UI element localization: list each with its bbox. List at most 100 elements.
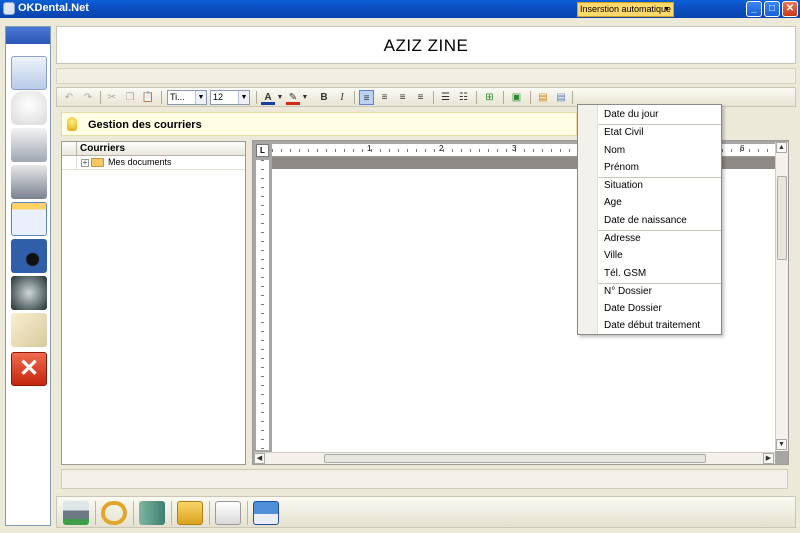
patient-name: AZIZ ZINE	[383, 36, 469, 55]
font-name-value: Ti...	[170, 92, 185, 102]
ruler-mark: 2	[439, 144, 444, 153]
justify-icon[interactable]: ≡	[413, 90, 428, 105]
letters-tree: Courriers + Mes documents	[61, 141, 246, 465]
printer-icon[interactable]	[63, 501, 89, 525]
tooth-icon[interactable]	[11, 91, 47, 125]
vertical-scroll-thumb[interactable]	[777, 176, 787, 260]
chevron-down-icon: ▼	[195, 91, 206, 104]
menu-item[interactable]: Date début traitement	[604, 320, 700, 331]
auto-insert-button[interactable]: Inserstion automatique ▼	[577, 2, 674, 17]
toolbar-separator	[503, 91, 504, 104]
toolbar-separator	[530, 91, 531, 104]
paste-icon[interactable]: 📋	[141, 90, 155, 105]
chevron-down-icon: ▼	[663, 6, 670, 13]
insert-table-icon[interactable]: ⊞	[482, 90, 497, 105]
folder-icon	[91, 158, 104, 167]
scroll-right-icon[interactable]: ▶	[763, 453, 774, 464]
bold-button[interactable]: B	[317, 90, 331, 105]
font-color-icon[interactable]: A	[261, 90, 275, 105]
toolbar-separator	[209, 501, 210, 525]
close-icon[interactable]: ✕	[11, 352, 47, 386]
bottom-toolbar	[56, 496, 796, 528]
menu-separator	[598, 124, 721, 125]
menu-item[interactable]: Situation	[604, 180, 643, 191]
toolbar-separator	[171, 501, 172, 525]
menu-item[interactable]: Age	[604, 197, 622, 208]
close-window-button[interactable]: ✕	[782, 1, 798, 17]
align-right-icon[interactable]: ≡	[395, 90, 410, 105]
menu-item[interactable]: Nom	[604, 145, 625, 156]
menu-item[interactable]: Tél. GSM	[604, 268, 646, 279]
horizontal-scroll-thumb[interactable]	[324, 454, 706, 463]
toolbar-separator	[476, 91, 477, 104]
copy-icon[interactable]: ❐	[123, 90, 137, 105]
toolbar-separator	[133, 501, 134, 525]
menu-item[interactable]: Date Dossier	[604, 303, 662, 314]
exit-icon[interactable]	[139, 501, 165, 525]
ruler-mark: 1	[367, 144, 372, 153]
bullet-list-icon[interactable]: ☷	[456, 90, 471, 105]
cash-register-icon[interactable]	[11, 165, 47, 199]
insert-image-icon[interactable]: ▣	[509, 90, 524, 105]
menu-item[interactable]: Ville	[604, 250, 623, 261]
toolbar-separator	[161, 91, 162, 104]
horizontal-scrollbar[interactable]: ◀ ▶	[254, 452, 775, 464]
window-icon[interactable]	[11, 202, 47, 236]
auto-insert-label: Inserstion automatique	[580, 4, 672, 14]
toolbar-separator	[95, 501, 96, 525]
tree-header-label: Courriers	[80, 143, 126, 154]
header-icon[interactable]: ▤	[536, 90, 550, 105]
align-left-icon[interactable]: ≡	[359, 90, 374, 105]
footer-icon[interactable]: ▤	[554, 90, 568, 105]
refresh-icon[interactable]	[101, 501, 127, 525]
toolbar-separator	[572, 91, 573, 104]
menu-item[interactable]: N° Dossier	[604, 286, 652, 297]
menu-item[interactable]: Adresse	[604, 233, 641, 244]
skull-xray-icon[interactable]	[11, 276, 47, 310]
menu-item[interactable]: Etat Civil	[604, 127, 643, 138]
tree-item[interactable]: + Mes documents	[62, 156, 245, 170]
window-title: OKDental.Net	[18, 2, 89, 14]
expand-icon[interactable]: +	[81, 159, 89, 167]
vertical-ruler[interactable]	[256, 160, 269, 450]
menu-gutter	[578, 105, 598, 334]
scroll-left-icon[interactable]: ◀	[254, 453, 265, 464]
cut-icon[interactable]: ✂	[105, 90, 119, 105]
menu-item[interactable]: Date du jour	[604, 109, 658, 120]
tab-stop-selector[interactable]: L	[256, 144, 269, 157]
italic-button[interactable]: I	[335, 90, 349, 105]
minimize-button[interactable]: _	[746, 1, 762, 17]
font-size-select[interactable]: 12 ▼	[210, 90, 250, 105]
new-document-icon[interactable]	[215, 501, 241, 525]
chevron-down-icon: ▼	[238, 91, 249, 104]
highlight-icon[interactable]: ✎	[286, 90, 300, 105]
sidebar-header	[6, 27, 50, 44]
document-icon[interactable]	[11, 313, 47, 347]
vertical-scrollbar[interactable]: ▲ ▼	[775, 142, 788, 451]
chevron-down-icon[interactable]: ▼	[301, 90, 309, 105]
toolbar-separator	[433, 91, 434, 104]
scroll-up-icon[interactable]: ▲	[776, 142, 787, 153]
info-title: Gestion des courriers	[88, 119, 202, 131]
font-name-select[interactable]: Ti... ▼	[167, 90, 207, 105]
menu-item[interactable]: Date de naissance	[604, 215, 687, 226]
patient-header: AZIZ ZINE	[56, 26, 796, 64]
align-center-icon[interactable]: ≡	[377, 90, 392, 105]
toolbar-separator	[100, 91, 101, 104]
menu-separator	[598, 230, 721, 231]
maximize-button[interactable]: □	[764, 1, 780, 17]
xray-box-icon[interactable]	[11, 128, 47, 162]
save-icon[interactable]	[253, 501, 279, 525]
toolbar-separator	[354, 91, 355, 104]
camera-icon[interactable]	[11, 239, 47, 273]
patient-card-icon[interactable]	[11, 56, 47, 90]
menu-item[interactable]: Prénom	[604, 162, 639, 173]
numbered-list-icon[interactable]: ☰	[438, 90, 453, 105]
redo-icon[interactable]: ↷	[81, 90, 95, 105]
new-folder-icon[interactable]	[177, 501, 203, 525]
undo-icon[interactable]: ↶	[62, 90, 76, 105]
font-size-value: 12	[213, 92, 224, 102]
tree-row-spacer	[62, 156, 77, 170]
chevron-down-icon[interactable]: ▼	[276, 90, 284, 105]
scroll-down-icon[interactable]: ▼	[776, 439, 787, 450]
